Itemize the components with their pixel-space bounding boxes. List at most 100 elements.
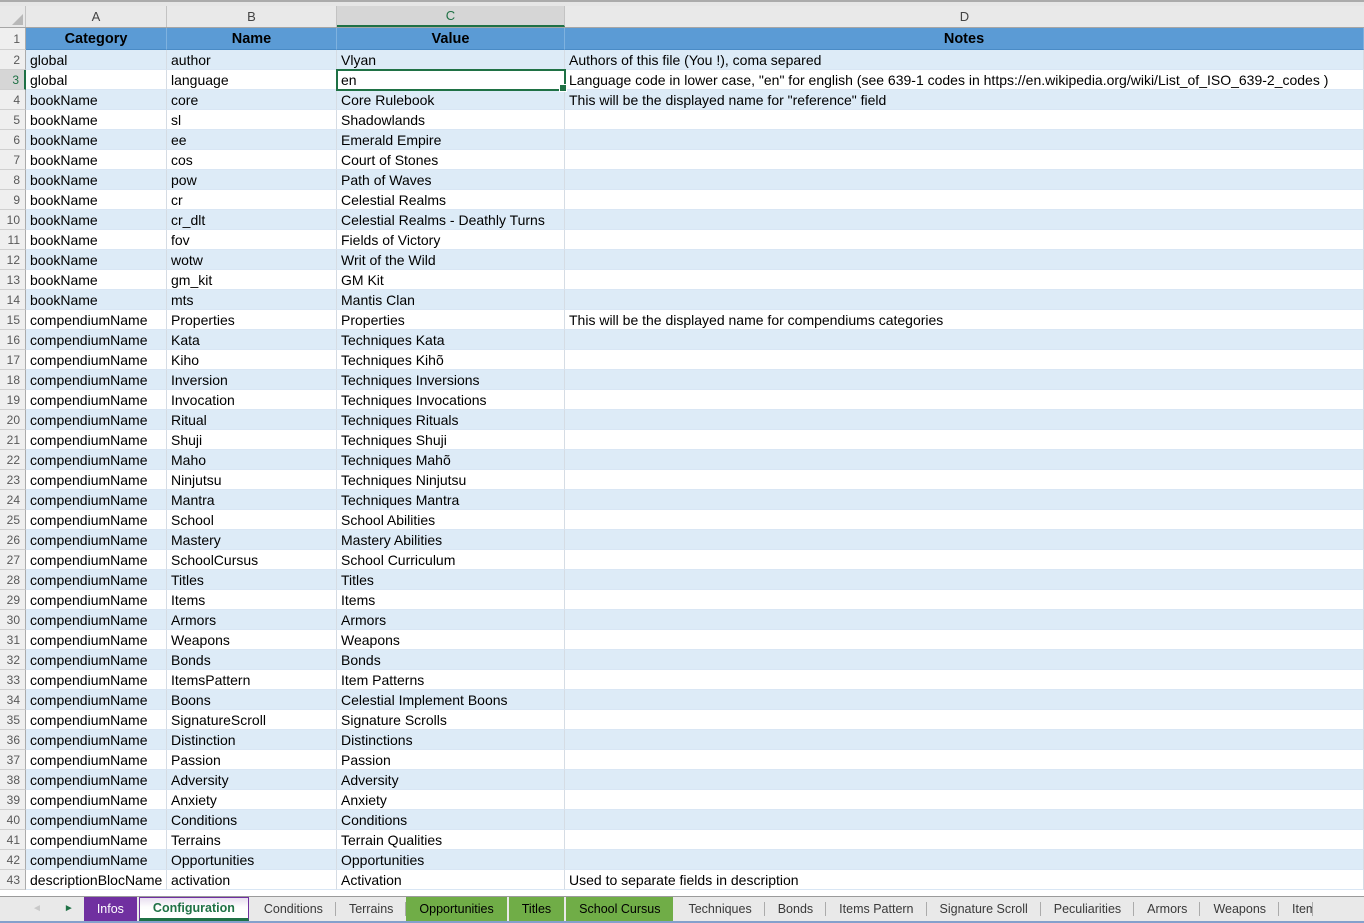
- row-number[interactable]: 20: [0, 410, 26, 430]
- tab-scroll-right-icon[interactable]: ►: [64, 904, 74, 914]
- cell-category[interactable]: compendiumName: [26, 370, 167, 390]
- cell-value[interactable]: Signature Scrolls: [337, 710, 565, 730]
- cell-name[interactable]: School: [167, 510, 337, 530]
- sheet-tab-conditions[interactable]: Conditions: [251, 897, 336, 921]
- row-number[interactable]: 24: [0, 490, 26, 510]
- cell-notes[interactable]: [565, 670, 1364, 690]
- cell-category[interactable]: compendiumName: [26, 610, 167, 630]
- cell-name[interactable]: Boons: [167, 690, 337, 710]
- row-number[interactable]: 42: [0, 850, 26, 870]
- row-number[interactable]: 18: [0, 370, 26, 390]
- cell-category[interactable]: compendiumName: [26, 510, 167, 530]
- cell-category[interactable]: global: [26, 50, 167, 70]
- cell-name[interactable]: Passion: [167, 750, 337, 770]
- cell-name[interactable]: Titles: [167, 570, 337, 590]
- row-number[interactable]: 17: [0, 350, 26, 370]
- cell-category[interactable]: compendiumName: [26, 670, 167, 690]
- cell-category[interactable]: bookName: [26, 210, 167, 230]
- row-number[interactable]: 10: [0, 210, 26, 230]
- row-number[interactable]: 43: [0, 870, 26, 890]
- cell-value[interactable]: School Curriculum: [337, 550, 565, 570]
- row-number[interactable]: 34: [0, 690, 26, 710]
- cell-value[interactable]: Techniques Kata: [337, 330, 565, 350]
- row-number[interactable]: 13: [0, 270, 26, 290]
- cell-category[interactable]: compendiumName: [26, 570, 167, 590]
- cell-value[interactable]: Celestial Realms: [337, 190, 565, 210]
- cell-value[interactable]: Item Patterns: [337, 670, 565, 690]
- cell-notes[interactable]: [565, 790, 1364, 810]
- cell-name[interactable]: pow: [167, 170, 337, 190]
- row-number[interactable]: 12: [0, 250, 26, 270]
- cell-value[interactable]: Techniques Mantra: [337, 490, 565, 510]
- row-number[interactable]: 6: [0, 130, 26, 150]
- cell-category[interactable]: descriptionBlocName: [26, 870, 167, 890]
- cell-notes[interactable]: [565, 230, 1364, 250]
- column-title-name[interactable]: Name: [167, 28, 337, 50]
- cell-value[interactable]: Writ of the Wild: [337, 250, 565, 270]
- sheet-tab-terrains[interactable]: Terrains: [336, 897, 406, 921]
- cell-value[interactable]: Opportunities: [337, 850, 565, 870]
- row-number[interactable]: 1: [0, 28, 26, 50]
- sheet-tab-items[interactable]: Items: [1279, 897, 1313, 921]
- cell-notes[interactable]: [565, 810, 1364, 830]
- cell-value[interactable]: Techniques Invocations: [337, 390, 565, 410]
- cell-name[interactable]: Terrains: [167, 830, 337, 850]
- cell-value[interactable]: Techniques Shuji: [337, 430, 565, 450]
- cell-category[interactable]: compendiumName: [26, 650, 167, 670]
- sheet-tab-opportunities[interactable]: Opportunities: [406, 897, 506, 921]
- column-header-c[interactable]: C: [337, 6, 565, 27]
- row-number[interactable]: 19: [0, 390, 26, 410]
- row-number[interactable]: 4: [0, 90, 26, 110]
- cell-value[interactable]: Distinctions: [337, 730, 565, 750]
- cell-name[interactable]: Properties: [167, 310, 337, 330]
- row-number[interactable]: 11: [0, 230, 26, 250]
- cell-value[interactable]: Terrain Qualities: [337, 830, 565, 850]
- cell-name[interactable]: core: [167, 90, 337, 110]
- cell-notes[interactable]: Authors of this file (You !), coma separ…: [565, 50, 1364, 70]
- cell-name[interactable]: ee: [167, 130, 337, 150]
- cell-notes[interactable]: [565, 130, 1364, 150]
- cell-value[interactable]: Properties: [337, 310, 565, 330]
- cell-notes[interactable]: [565, 710, 1364, 730]
- cell-value[interactable]: Techniques Kihõ: [337, 350, 565, 370]
- cell-notes[interactable]: [565, 730, 1364, 750]
- cell-category[interactable]: compendiumName: [26, 330, 167, 350]
- cell-name[interactable]: cos: [167, 150, 337, 170]
- cell-notes[interactable]: [565, 490, 1364, 510]
- sheet-tab-signature-scroll[interactable]: Signature Scroll: [927, 897, 1041, 921]
- cell-notes[interactable]: [565, 350, 1364, 370]
- cell-category[interactable]: bookName: [26, 250, 167, 270]
- row-number[interactable]: 5: [0, 110, 26, 130]
- row-number[interactable]: 2: [0, 50, 26, 70]
- cell-name[interactable]: Inversion: [167, 370, 337, 390]
- cell-value[interactable]: Fields of Victory: [337, 230, 565, 250]
- cell-category[interactable]: bookName: [26, 130, 167, 150]
- sheet-tab-infos[interactable]: Infos: [84, 897, 137, 921]
- cell-value[interactable]: Vlyan: [337, 50, 565, 70]
- cell-notes[interactable]: Language code in lower case, "en" for en…: [565, 70, 1364, 90]
- cell-category[interactable]: bookName: [26, 270, 167, 290]
- cell-category[interactable]: bookName: [26, 110, 167, 130]
- row-number[interactable]: 33: [0, 670, 26, 690]
- cell-name[interactable]: Adversity: [167, 770, 337, 790]
- cell-category[interactable]: compendiumName: [26, 430, 167, 450]
- cell-category[interactable]: compendiumName: [26, 730, 167, 750]
- row-number[interactable]: 39: [0, 790, 26, 810]
- cell-name[interactable]: Items: [167, 590, 337, 610]
- row-number[interactable]: 40: [0, 810, 26, 830]
- cell-name[interactable]: author: [167, 50, 337, 70]
- row-number[interactable]: 16: [0, 330, 26, 350]
- row-number[interactable]: 32: [0, 650, 26, 670]
- sheet-tab-armors[interactable]: Armors: [1134, 897, 1200, 921]
- cell-category[interactable]: compendiumName: [26, 350, 167, 370]
- cell-category[interactable]: compendiumName: [26, 750, 167, 770]
- row-number[interactable]: 28: [0, 570, 26, 590]
- cell-value[interactable]: Shadowlands: [337, 110, 565, 130]
- row-number[interactable]: 38: [0, 770, 26, 790]
- cell-name[interactable]: gm_kit: [167, 270, 337, 290]
- cell-value[interactable]: Anxiety: [337, 790, 565, 810]
- cell-notes[interactable]: [565, 150, 1364, 170]
- cell-name[interactable]: Armors: [167, 610, 337, 630]
- cell-notes[interactable]: [565, 270, 1364, 290]
- cell-value[interactable]: Armors: [337, 610, 565, 630]
